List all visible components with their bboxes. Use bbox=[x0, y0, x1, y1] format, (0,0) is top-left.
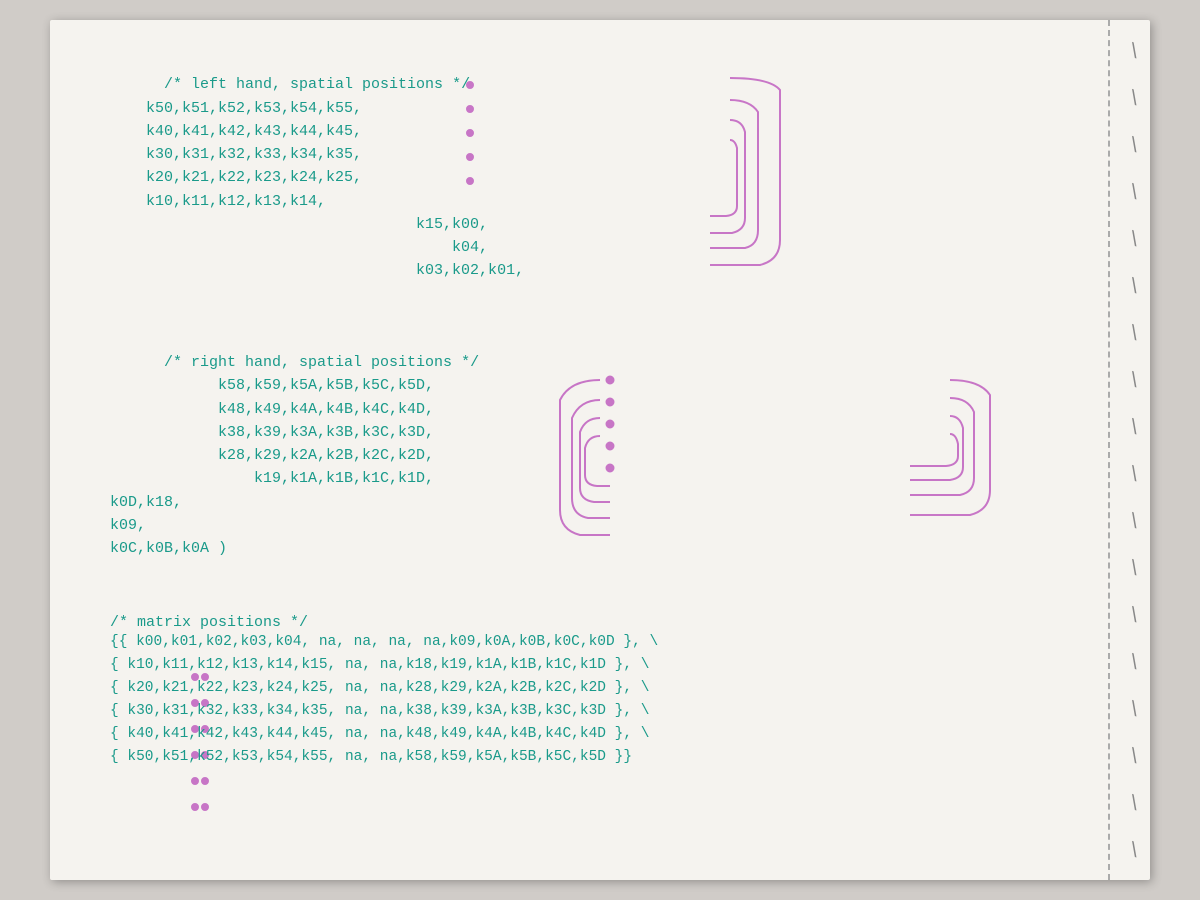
slash-mark: \ bbox=[1127, 180, 1143, 203]
slash-mark: \ bbox=[1127, 509, 1143, 532]
right-hand-bottom-1: k0D,k18, bbox=[110, 494, 182, 511]
slash-mark: \ bbox=[1127, 838, 1143, 861]
right-hand-bottom-3: k0C,k0B,k0A ) bbox=[110, 540, 227, 557]
slash-mark: \ bbox=[1127, 321, 1143, 344]
slash-mark: \ bbox=[1127, 227, 1143, 250]
right-hand-bottom-2: k09, bbox=[110, 517, 146, 534]
right-hand-comment: /* right hand, spatial positions */ bbox=[164, 354, 479, 371]
matrix-row-5: { k40,k41,k42,k43,k44,k45, na, na,k48,k4… bbox=[110, 723, 1070, 746]
matrix-row-3: { k20,k21,k22,k23,k24,k25, na, na,k28,k2… bbox=[110, 677, 1070, 700]
slash-mark: \ bbox=[1127, 415, 1143, 438]
matrix-section: /* matrix positions */ {{ k00,k01,k02,k0… bbox=[110, 614, 1070, 770]
slash-mark: \ bbox=[1127, 462, 1143, 485]
matrix-row-4: { k30,k31,k32,k33,k34,k35, na, na,k38,k3… bbox=[110, 700, 1070, 723]
slash-mark: \ bbox=[1127, 744, 1143, 767]
right-hand-row-5: k19,k1A,k1B,k1C,k1D, bbox=[110, 470, 434, 487]
slash-mark: \ bbox=[1127, 556, 1143, 579]
slash-mark: \ bbox=[1127, 368, 1143, 391]
right-hand-row-4: k28,k29,k2A,k2B,k2C,k2D, bbox=[110, 447, 434, 464]
left-hand-row-4: k20,k21,k22,k23,k24,k25, bbox=[110, 169, 362, 186]
slash-mark: \ bbox=[1127, 650, 1143, 673]
left-hand-continuation-2: k04, bbox=[110, 239, 488, 256]
left-hand-continuation-1: k15,k00, bbox=[110, 216, 488, 233]
matrix-row-2: { k10,k11,k12,k13,k14,k15, na, na,k18,k1… bbox=[110, 654, 1070, 677]
left-hand-row-3: k30,k31,k32,k33,k34,k35, bbox=[110, 146, 362, 163]
right-hand-row-3: k38,k39,k3A,k3B,k3C,k3D, bbox=[110, 424, 434, 441]
slash-mark: \ bbox=[1127, 133, 1143, 156]
dashed-line bbox=[1108, 20, 1110, 880]
slash-mark: \ bbox=[1127, 697, 1143, 720]
left-hand-row-1: k50,k51,k52,k53,k54,k55, bbox=[110, 100, 362, 117]
matrix-row-1: {{ k00,k01,k02,k03,k04, na, na, na, na,k… bbox=[110, 631, 1070, 654]
right-hand-row-2: k48,k49,k4A,k4B,k4C,k4D, bbox=[110, 401, 434, 418]
slash-mark: \ bbox=[1127, 603, 1143, 626]
left-hand-row-2: k40,k41,k42,k43,k44,k45, bbox=[110, 123, 362, 140]
matrix-row-6: { k50,k51,k52,k53,k54,k55, na, na,k58,k5… bbox=[110, 746, 1070, 769]
matrix-comment: /* matrix positions */ bbox=[110, 614, 1070, 631]
slash-mark: \ bbox=[1127, 274, 1143, 297]
left-hand-row-5: k10,k11,k12,k13,k14, bbox=[110, 193, 326, 210]
main-content: /* left hand, spatial positions */ k50,k… bbox=[110, 50, 1070, 770]
slash-mark: \ bbox=[1127, 39, 1143, 62]
left-hand-section: /* left hand, spatial positions */ k50,k… bbox=[110, 50, 1070, 306]
right-hand-row-1: k58,k59,k5A,k5B,k5C,k5D, bbox=[110, 377, 434, 394]
slash-mark: \ bbox=[1127, 86, 1143, 109]
left-hand-comment: /* left hand, spatial positions */ bbox=[164, 76, 470, 93]
right-hand-section: /* right hand, spatial positions */ k58,… bbox=[110, 328, 1070, 584]
slash-marks: \ \ \ \ \ \ \ \ \ \ \ \ \ \ \ \ \ \ \ \ … bbox=[1129, 40, 1140, 880]
slash-mark: \ bbox=[1127, 791, 1143, 814]
page: \ \ \ \ \ \ \ \ \ \ \ \ \ \ \ \ \ \ \ \ … bbox=[50, 20, 1150, 880]
left-hand-continuation-3: k03,k02,k01, bbox=[110, 262, 524, 279]
